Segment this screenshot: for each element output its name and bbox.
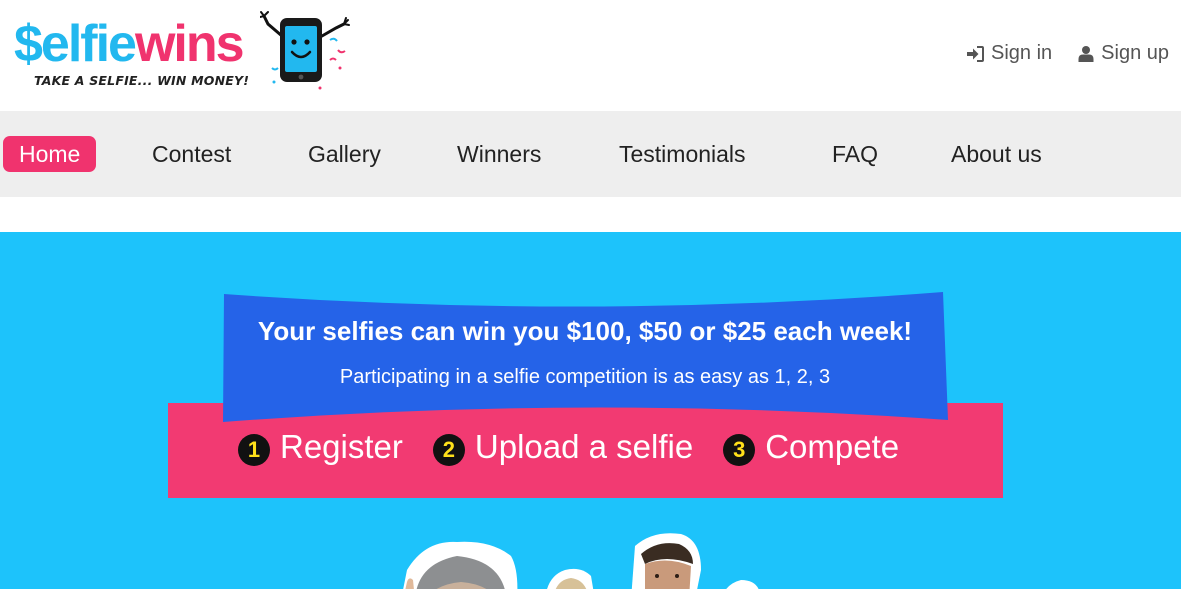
- nav-item-about-us[interactable]: About us: [951, 136, 1042, 172]
- nav-item-winners[interactable]: Winners: [457, 136, 541, 172]
- step-label: Upload a selfie: [474, 428, 694, 465]
- step-upload: 2 Upload a selfie: [432, 428, 694, 466]
- auth-links: Sign in Sign up: [966, 42, 1169, 65]
- user-icon: [1078, 46, 1094, 62]
- sign-up-link[interactable]: Sign up: [1078, 42, 1169, 65]
- nav-item-faq[interactable]: FAQ: [832, 136, 878, 172]
- hero-banner: Your selfies can win you $100, $50 or $2…: [0, 232, 1181, 589]
- step-compete: 3 Compete: [723, 428, 899, 466]
- hero-headline: Your selfies can win you $100, $50 or $2…: [257, 316, 913, 346]
- sign-in-label: Sign in: [991, 42, 1053, 64]
- hero-subline: Participating in a selfie competition is…: [339, 366, 831, 388]
- logo-tagline: TAKE A SELFIE... WIN MONEY!: [34, 73, 250, 88]
- selfiewins-logo[interactable]: $elfiewins TAKE A SELFIE... WIN MONEY!: [14, 6, 354, 96]
- nav-item-contest[interactable]: Contest: [152, 136, 231, 172]
- step-number-badge: 1: [238, 434, 270, 466]
- main-nav: Home Contest Gallery Winners Testimonial…: [0, 111, 1181, 197]
- site-header: $elfiewins TAKE A SELFIE... WIN MONEY! S…: [0, 0, 1181, 111]
- sign-in-icon: [967, 45, 984, 62]
- step-label: Compete: [765, 428, 900, 465]
- logo-wordmark: $elfiewins: [14, 15, 245, 73]
- headline-ribbon: [221, 292, 951, 424]
- group-selfie-photo: [403, 533, 759, 589]
- step-number-badge: 3: [723, 434, 756, 466]
- nav-item-home[interactable]: Home: [3, 136, 97, 172]
- smiling-phone-mascot-icon: [260, 11, 350, 90]
- step-label: Register: [280, 428, 403, 465]
- sign-in-link[interactable]: Sign in: [966, 42, 1052, 65]
- steps-list: 1 Register 2 Upload a selfie 3 Compete: [238, 428, 899, 466]
- logo-wordmark-selfie: $elfie: [14, 15, 137, 73]
- logo-wordmark-wins: wins: [134, 15, 245, 73]
- step-register: 1 Register: [238, 428, 403, 466]
- sign-up-label: Sign up: [1101, 42, 1169, 64]
- nav-item-gallery[interactable]: Gallery: [308, 136, 381, 172]
- step-number-badge: 2: [432, 434, 465, 466]
- nav-item-testimonials[interactable]: Testimonials: [619, 136, 746, 172]
